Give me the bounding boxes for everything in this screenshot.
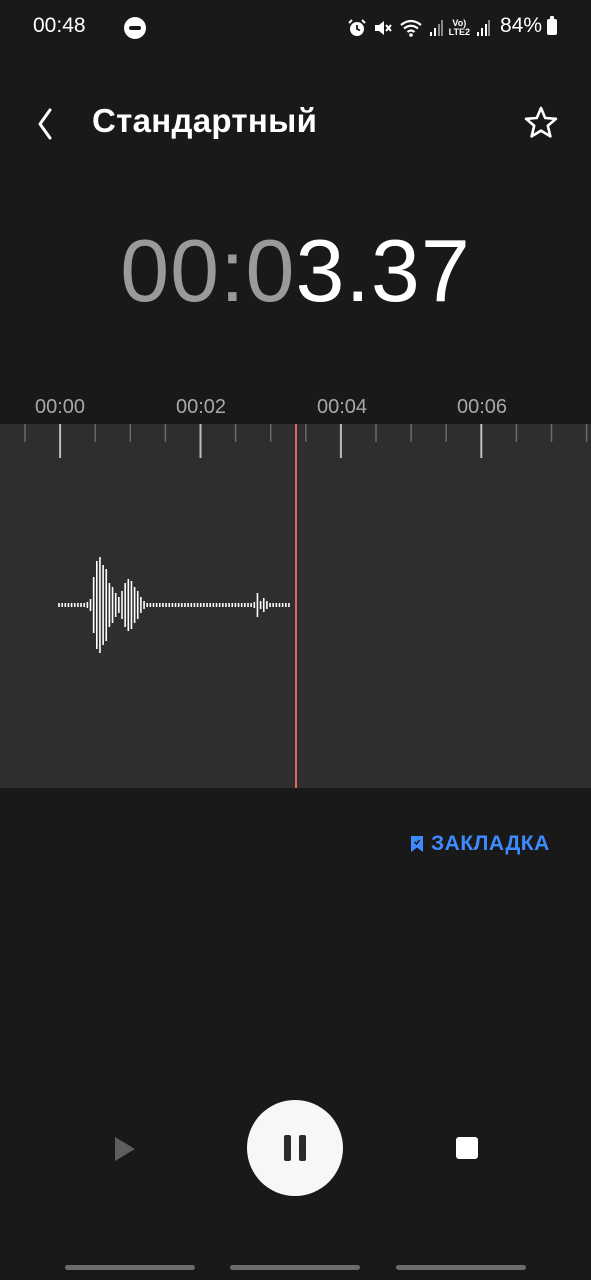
timer-elapsed-bright: 3.37 xyxy=(295,221,471,320)
status-time: 00:48 xyxy=(33,14,86,37)
pause-icon xyxy=(284,1135,291,1161)
network-type-label: Vo) LTE2 xyxy=(449,19,470,37)
bookmark-button[interactable]: ЗАКЛАДКА xyxy=(410,829,550,859)
timeline-label: 00:04 xyxy=(316,396,368,418)
favorite-button[interactable] xyxy=(522,104,560,142)
timeline-label: 00:02 xyxy=(175,396,227,418)
bookmark-icon xyxy=(411,836,423,852)
chevron-left-icon xyxy=(38,108,52,140)
play-icon xyxy=(115,1137,135,1161)
do-not-disturb-icon xyxy=(124,17,146,39)
back-button[interactable] xyxy=(30,103,70,145)
pause-button[interactable] xyxy=(247,1100,343,1196)
nav-recent-apps[interactable] xyxy=(65,1265,195,1270)
alarm-icon xyxy=(347,19,366,36)
waveform-area[interactable] xyxy=(0,424,591,788)
signal-icon xyxy=(429,20,443,36)
mute-icon xyxy=(374,21,392,35)
status-icons: Vo) LTE2 xyxy=(347,14,490,42)
timeline-label: 00:06 xyxy=(456,396,508,418)
timer-elapsed-dim: 00:0 xyxy=(120,221,296,320)
timeline-label: 00:00 xyxy=(34,396,86,418)
play-button[interactable] xyxy=(110,1134,140,1164)
page-title: Стандартный xyxy=(92,102,318,139)
battery-icon xyxy=(547,16,557,35)
wifi-icon xyxy=(399,19,422,37)
nav-home[interactable] xyxy=(230,1265,360,1270)
star-icon xyxy=(524,106,558,138)
playhead[interactable] xyxy=(295,424,297,788)
network-label-bottom: LTE2 xyxy=(448,27,470,37)
battery-percentage: 84% xyxy=(499,14,542,37)
nav-back[interactable] xyxy=(396,1265,526,1270)
pause-icon-bar xyxy=(299,1135,306,1161)
bookmark-label: ЗАКЛАДКА xyxy=(431,832,550,855)
recording-timer: 00:03.37 xyxy=(0,220,591,322)
signal-icon-2 xyxy=(477,20,490,36)
stop-button[interactable] xyxy=(456,1137,478,1159)
